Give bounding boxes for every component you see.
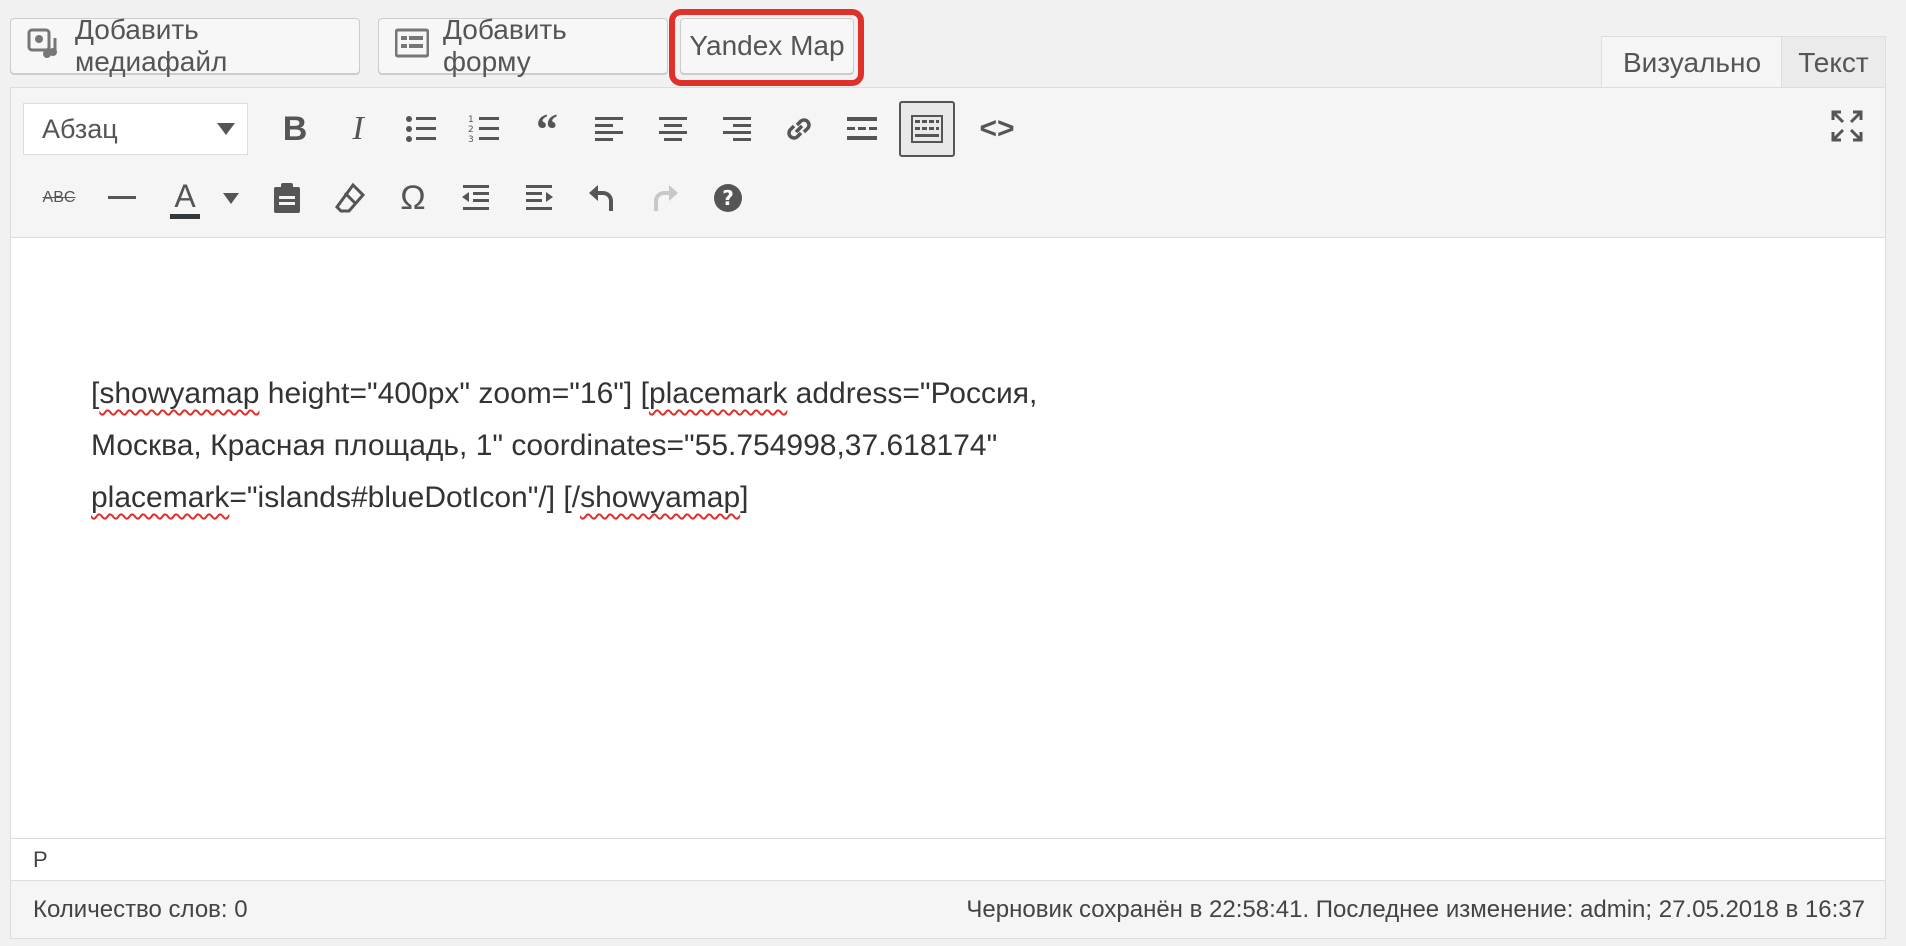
- format-select-value: Абзац: [42, 113, 118, 144]
- text-color-dropdown-icon[interactable]: [211, 172, 251, 224]
- element-path-label: P: [33, 846, 48, 872]
- media-icon: [27, 26, 61, 67]
- add-form-label: Добавить форму: [443, 14, 567, 77]
- content-text: showyamap: [580, 481, 741, 514]
- editor-toolbar: Абзац B I 123 “ <> ABC A Ω ?: [11, 88, 1885, 238]
- word-count: Количество слов: 0: [33, 895, 248, 923]
- italic-icon[interactable]: I: [332, 103, 384, 155]
- content-text: placemark: [648, 377, 788, 410]
- status-bar: Количество слов: 0 Черновик сохранён в 2…: [11, 880, 1885, 938]
- format-select[interactable]: Абзац: [23, 103, 248, 155]
- outdent-icon[interactable]: [450, 172, 502, 224]
- toolbar-toggle-icon[interactable]: [899, 101, 955, 157]
- link-icon[interactable]: [773, 103, 825, 155]
- strikethrough-icon[interactable]: ABC: [33, 172, 85, 224]
- content-text: placemark: [91, 481, 230, 514]
- chevron-down-icon: [217, 123, 235, 135]
- add-media-label: Добавить медиафайл: [75, 14, 228, 77]
- undo-icon[interactable]: [576, 172, 628, 224]
- code-icon[interactable]: <>: [971, 103, 1023, 155]
- editor-content[interactable]: [showyamap height="400px" zoom="16"] [pl…: [91, 368, 1191, 524]
- redo-icon[interactable]: [639, 172, 691, 224]
- editor: Абзац B I 123 “ <> ABC A Ω ? [showyamap …: [10, 87, 1886, 939]
- yandex-map-button[interactable]: Yandex Map: [680, 18, 854, 74]
- yandex-map-label: Yandex Map: [689, 30, 845, 61]
- svg-text:3: 3: [468, 135, 474, 145]
- horizontal-line-icon[interactable]: [96, 172, 148, 224]
- blockquote-icon[interactable]: “: [521, 103, 573, 155]
- tab-visual-label: Визуально: [1622, 46, 1762, 78]
- form-icon: [394, 28, 430, 65]
- content-text: Москва, Красная площадь, 1" coordinates=…: [91, 429, 998, 462]
- numbered-list-icon[interactable]: 123: [458, 103, 510, 155]
- paste-text-icon[interactable]: [261, 172, 313, 224]
- align-right-icon[interactable]: [710, 103, 762, 155]
- svg-text:1: 1: [468, 115, 474, 125]
- element-path[interactable]: P: [11, 838, 1885, 880]
- read-more-icon[interactable]: [836, 103, 888, 155]
- special-char-icon[interactable]: Ω: [387, 172, 439, 224]
- content-text: ="islands#blueDotIcon"/] [/: [229, 481, 581, 514]
- content-text: ]: [740, 481, 749, 514]
- indent-icon[interactable]: [513, 172, 565, 224]
- bullet-list-icon[interactable]: [395, 103, 447, 155]
- add-media-button[interactable]: Добавить медиафайл: [10, 14, 360, 77]
- tab-visual[interactable]: Визуально: [1601, 36, 1783, 88]
- bold-icon[interactable]: B: [269, 103, 321, 155]
- add-form-button[interactable]: Добавить форму: [378, 14, 668, 77]
- svg-text:?: ?: [722, 186, 734, 210]
- svg-text:2: 2: [468, 125, 474, 135]
- content-text: showyamap: [99, 377, 260, 410]
- align-center-icon[interactable]: [647, 103, 699, 155]
- help-icon[interactable]: ?: [702, 172, 754, 224]
- align-left-icon[interactable]: [584, 103, 636, 155]
- fullscreen-icon[interactable]: [1821, 100, 1873, 152]
- text-color-icon[interactable]: A: [159, 172, 211, 224]
- clear-formatting-icon[interactable]: [324, 172, 376, 224]
- autosave-status: Черновик сохранён в 22:58:41. Последнее …: [966, 895, 1865, 923]
- content-text: height="400px" zoom="16"] [: [259, 377, 649, 410]
- tab-text[interactable]: Текст: [1781, 36, 1886, 88]
- content-text: address="Россия,: [787, 377, 1038, 410]
- tab-text-label: Текст: [1798, 46, 1869, 78]
